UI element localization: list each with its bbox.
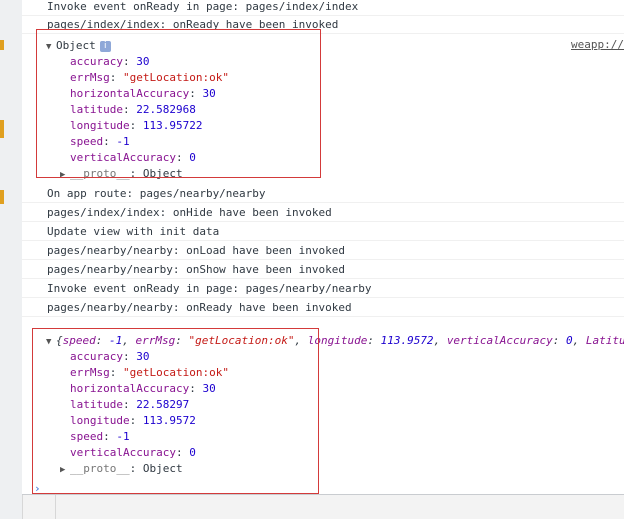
log-line: pages/nearby/nearby: onShow have been in… (22, 261, 624, 279)
log-line: On app route: pages/nearby/nearby (22, 185, 624, 203)
log-line: pages/nearby/nearby: onReady have been i… (22, 299, 624, 317)
log-line: pages/nearby/nearby: onLoad have been in… (22, 242, 624, 260)
marker (0, 120, 4, 138)
source-link[interactable]: weapp:// (571, 38, 624, 51)
divider (55, 495, 56, 519)
background-window-strip (22, 495, 624, 519)
console-prompt-icon[interactable]: › (34, 482, 41, 494)
annotation-box (36, 29, 321, 178)
log-line: pages/index/index: onHide have been invo… (22, 204, 624, 222)
log-line: Invoke event onReady in page: pages/near… (22, 280, 624, 298)
log-line: Update view with init data (22, 223, 624, 241)
background-window-strip (0, 0, 23, 519)
annotation-box (32, 328, 319, 494)
log-line: Invoke event onReady in page: pages/inde… (22, 0, 624, 16)
devtools-console[interactable]: Invoke event onReady in page: pages/inde… (22, 0, 624, 495)
marker (0, 190, 4, 204)
marker (0, 40, 4, 50)
